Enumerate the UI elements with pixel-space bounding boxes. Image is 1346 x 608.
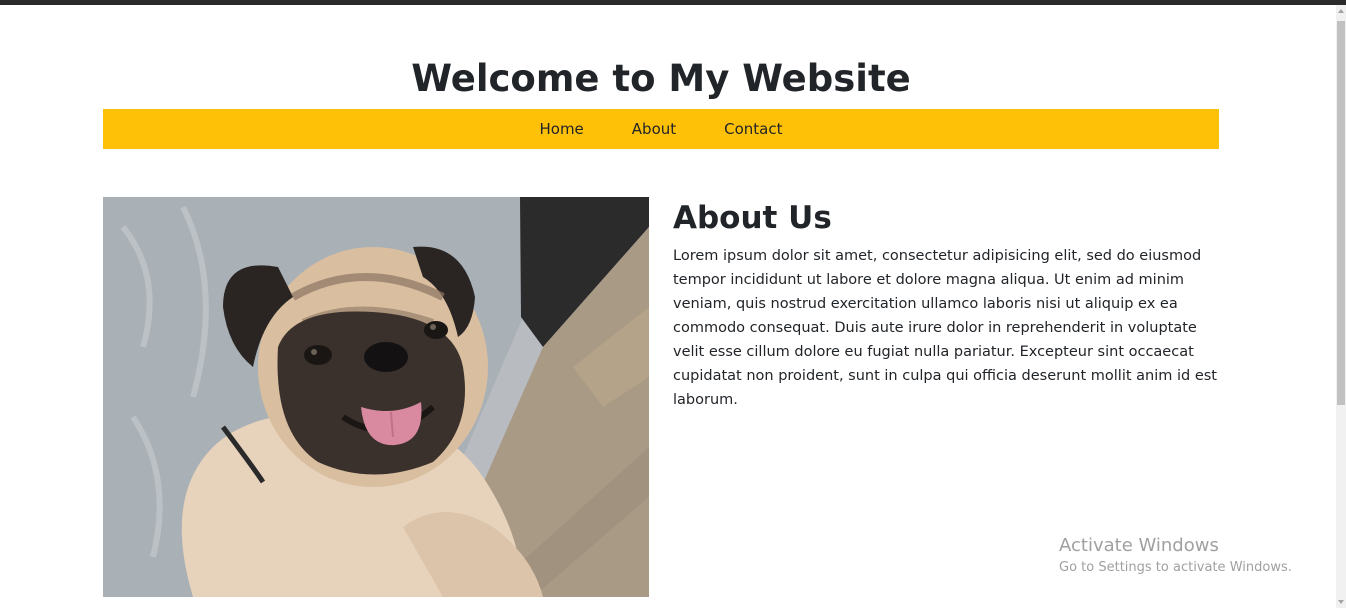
windows-activation-watermark: Activate Windows Go to Settings to activ… [1059, 535, 1292, 578]
nav-link-home[interactable]: Home [515, 120, 607, 138]
scroll-up-arrow-icon[interactable] [1338, 9, 1344, 13]
scrollbar-thumb[interactable] [1337, 21, 1345, 405]
page-title: Welcome to My Website [411, 57, 911, 100]
watermark-subtitle: Go to Settings to activate Windows. [1059, 560, 1292, 575]
watermark-title: Activate Windows [1059, 535, 1219, 556]
vertical-scrollbar[interactable] [1336, 5, 1346, 608]
nav-link-about[interactable]: About [608, 120, 700, 138]
nav-link-contact[interactable]: Contact [700, 120, 806, 138]
scroll-down-arrow-icon[interactable] [1338, 600, 1344, 604]
pug-photo [103, 197, 649, 597]
about-heading: About Us [673, 200, 832, 236]
browser-top-edge [0, 0, 1346, 5]
main-navbar: Home About Contact [103, 109, 1219, 149]
about-paragraph: Lorem ipsum dolor sit amet, consectetur … [673, 248, 1217, 408]
